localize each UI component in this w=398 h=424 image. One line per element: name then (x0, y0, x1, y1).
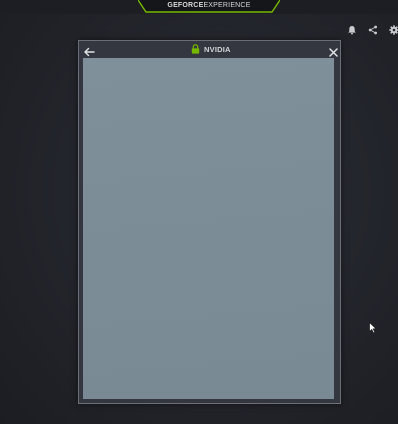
close-button[interactable] (329, 44, 338, 57)
brand-name-bold: GEFORCE (167, 2, 204, 9)
lock-icon (191, 44, 200, 54)
mouse-cursor-icon (369, 321, 378, 334)
dialog-header: NVIDIA (79, 41, 340, 57)
bell-icon[interactable] (347, 25, 357, 35)
gear-icon[interactable] (389, 25, 398, 35)
brand-logo: GEFORCEEXPERIENCE (138, 2, 280, 9)
dialog-web-content[interactable] (83, 58, 334, 399)
close-icon (329, 48, 338, 57)
back-button[interactable] (83, 44, 95, 57)
brand-tab: GEFORCEEXPERIENCE (138, 0, 280, 14)
arrow-left-icon (84, 47, 95, 57)
share-icon[interactable] (368, 25, 378, 35)
dialog-title-group: NVIDIA (191, 44, 231, 54)
brand-name-light: EXPERIENCE (203, 2, 251, 9)
login-dialog: NVIDIA (78, 40, 341, 404)
dialog-title: NVIDIA (204, 44, 231, 54)
